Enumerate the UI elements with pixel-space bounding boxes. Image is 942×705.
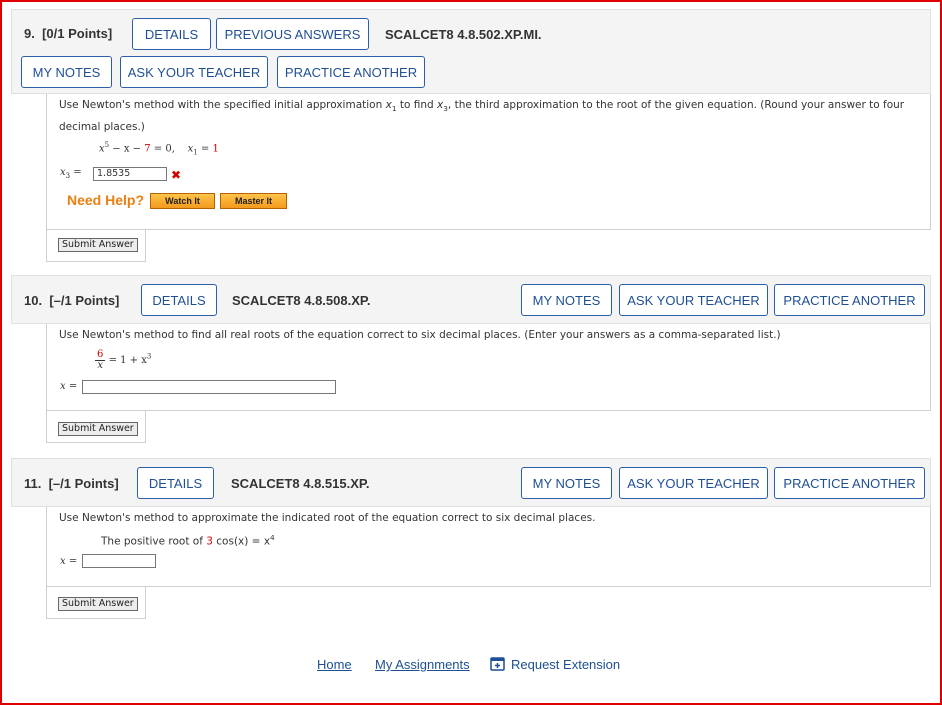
question-prompt: Use Newton's method to approximate the i… xyxy=(59,512,596,524)
question-9-header: 9. [0/1 Points] DETAILS PREVIOUS ANSWERS… xyxy=(11,9,931,94)
answer-input[interactable]: 1.8535 xyxy=(93,167,167,181)
ask-teacher-button[interactable]: ASK YOUR TEACHER xyxy=(619,284,768,316)
incorrect-icon: ✖ xyxy=(171,168,182,182)
answer-input[interactable] xyxy=(82,554,156,568)
question-prompt: Use Newton's method with the specified i… xyxy=(59,99,905,134)
question-9: 9. [0/1 Points] DETAILS PREVIOUS ANSWERS… xyxy=(11,9,931,262)
question-11-body: Use Newton's method to approximate the i… xyxy=(46,507,931,587)
my-notes-button[interactable]: MY NOTES xyxy=(521,467,612,499)
question-number: 11. [–/1 Points] xyxy=(24,476,119,491)
question-11-header: 11. [–/1 Points] DETAILS SCALCET8 4.8.51… xyxy=(11,458,931,507)
master-it-button[interactable]: Master It xyxy=(220,193,287,209)
question-11: 11. [–/1 Points] DETAILS SCALCET8 4.8.51… xyxy=(11,458,931,619)
question-number: 10. [–/1 Points] xyxy=(24,293,120,308)
question-9-body: Use Newton's method with the specified i… xyxy=(46,94,931,230)
equation: 6 x = 1 + x3 xyxy=(95,349,152,371)
practice-another-button[interactable]: PRACTICE ANOTHER xyxy=(774,467,925,499)
question-code: SCALCET8 4.8.502.XP.MI. xyxy=(385,27,542,42)
question-10: 10. [–/1 Points] DETAILS SCALCET8 4.8.50… xyxy=(11,275,931,443)
question-number: 9. [0/1 Points] xyxy=(24,26,113,41)
question-prompt: Use Newton's method to find all real roo… xyxy=(59,329,781,341)
need-help-label: Need Help? xyxy=(67,192,145,208)
answer-label: x3 = xyxy=(60,167,82,180)
details-button[interactable]: DETAILS xyxy=(137,467,214,499)
plus-calendar-icon xyxy=(490,656,505,675)
question-10-header: 10. [–/1 Points] DETAILS SCALCET8 4.8.50… xyxy=(11,275,931,324)
question-code: SCALCET8 4.8.515.XP. xyxy=(231,476,370,491)
equation: x5 − x − 7 = 0, x1 = 1 xyxy=(99,141,219,157)
ask-teacher-button[interactable]: ASK YOUR TEACHER xyxy=(619,467,768,499)
ask-teacher-button[interactable]: ASK YOUR TEACHER xyxy=(120,56,268,88)
answer-input[interactable] xyxy=(82,380,336,394)
submit-tab: Submit Answer xyxy=(46,230,146,262)
submit-answer-button[interactable]: Submit Answer xyxy=(58,422,138,436)
my-notes-button[interactable]: MY NOTES xyxy=(21,56,112,88)
details-button[interactable]: DETAILS xyxy=(132,18,211,50)
practice-another-button[interactable]: PRACTICE ANOTHER xyxy=(277,56,425,88)
my-notes-button[interactable]: MY NOTES xyxy=(521,284,612,316)
answer-label: x = xyxy=(60,556,78,567)
question-code: SCALCET8 4.8.508.XP. xyxy=(232,293,371,308)
submit-answer-button[interactable]: Submit Answer xyxy=(58,238,138,252)
request-extension-link[interactable]: Request Extension xyxy=(511,657,620,672)
answer-label: x = xyxy=(60,381,78,392)
home-link[interactable]: Home xyxy=(317,657,352,672)
question-10-body: Use Newton's method to find all real roo… xyxy=(46,324,931,411)
previous-answers-button[interactable]: PREVIOUS ANSWERS xyxy=(216,18,369,50)
submit-answer-button[interactable]: Submit Answer xyxy=(58,597,138,611)
submit-tab: Submit Answer xyxy=(46,587,146,619)
practice-another-button[interactable]: PRACTICE ANOTHER xyxy=(774,284,925,316)
details-button[interactable]: DETAILS xyxy=(141,284,217,316)
equation: The positive root of 3 cos(x) = x4 xyxy=(101,533,275,548)
watch-it-button[interactable]: Watch It xyxy=(150,193,215,209)
submit-tab: Submit Answer xyxy=(46,411,146,443)
my-assignments-link[interactable]: My Assignments xyxy=(375,657,470,672)
